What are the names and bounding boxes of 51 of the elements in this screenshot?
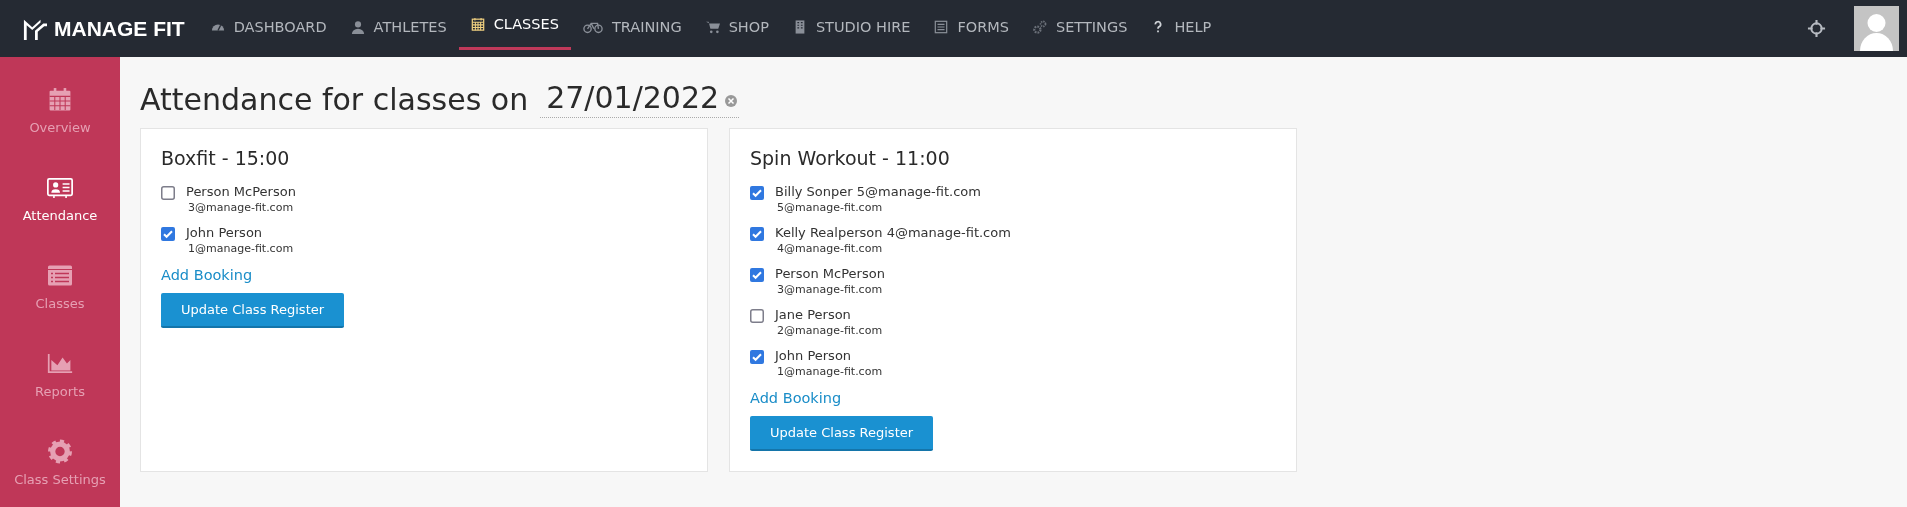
- calendar-icon: [47, 87, 73, 112]
- brand-name: MANAGE FIT: [54, 16, 185, 41]
- add-booking-link[interactable]: Add Booking: [750, 390, 842, 406]
- calendar-icon: [470, 16, 485, 31]
- nav-tab[interactable]: TRAINING: [570, 0, 694, 57]
- checkbox[interactable]: [750, 350, 764, 364]
- attendee-name: John Person: [775, 347, 853, 364]
- attendee-email: 3@manage-fit.com: [776, 282, 884, 298]
- attendee-email: 4@manage-fit.com: [776, 241, 884, 257]
- class-title: Spin Workout - 11:00: [750, 147, 951, 169]
- bicycle-icon: [582, 20, 603, 34]
- nav-tab[interactable]: CLASSES: [458, 0, 571, 50]
- attendee-name: Person McPerson: [775, 265, 885, 282]
- attendee-email: 5@manage-fit.com: [776, 200, 884, 216]
- checkbox[interactable]: [750, 268, 764, 282]
- list-icon: [47, 263, 73, 288]
- attendee-name: John Person: [186, 224, 264, 241]
- clear-icon[interactable]: [725, 95, 738, 107]
- attendee-email: 1@manage-fit.com: [187, 241, 294, 257]
- checkbox[interactable]: [750, 309, 764, 323]
- date-field[interactable]: 27/01/2022: [540, 80, 740, 118]
- nav-tab[interactable]: SETTINGS: [1021, 0, 1140, 57]
- attendee-name: Kelly Realperson 4@manage-fit.com: [775, 224, 1011, 241]
- attendee-email: 1@manage-fit.com: [776, 364, 883, 380]
- add-booking-link[interactable]: Add Booking: [161, 267, 253, 283]
- person-icon: [350, 20, 365, 34]
- sidebar-item[interactable]: Attendance: [0, 175, 120, 263]
- attendee-name: Jane Person: [775, 306, 852, 323]
- nav-tab[interactable]: FORMS: [922, 0, 1021, 57]
- class-title: Boxfit - 15:00: [161, 147, 291, 169]
- nav-tab[interactable]: DASHBOARD: [198, 0, 339, 57]
- attendee-email: 2@manage-fit.com: [776, 323, 883, 339]
- attendee-name: Person McPerson: [186, 183, 296, 200]
- area-chart-icon: [47, 351, 73, 376]
- nav-tab[interactable]: ATHLETES: [338, 0, 459, 57]
- checkbox[interactable]: [161, 227, 175, 241]
- attendee-name: Billy Sonper 5@manage-fit.com: [775, 183, 981, 200]
- nav-tab[interactable]: STUDIO HIRE: [780, 0, 923, 57]
- form-icon: [934, 20, 949, 34]
- page-title: Attendance for classes on: [140, 82, 529, 118]
- attendee-email: 3@manage-fit.com: [187, 200, 295, 216]
- id-card-icon: [47, 175, 73, 200]
- checkbox[interactable]: [750, 227, 764, 241]
- checkbox[interactable]: [750, 186, 764, 200]
- cart-icon: [705, 20, 720, 34]
- gears-icon: [1033, 20, 1047, 34]
- nav-tab[interactable]: HELP: [1139, 0, 1224, 57]
- checkbox[interactable]: [161, 186, 175, 200]
- nav-tab[interactable]: SHOP: [693, 0, 781, 57]
- settings-icon: [47, 439, 73, 464]
- crosshair-icon[interactable]: [1807, 19, 1826, 38]
